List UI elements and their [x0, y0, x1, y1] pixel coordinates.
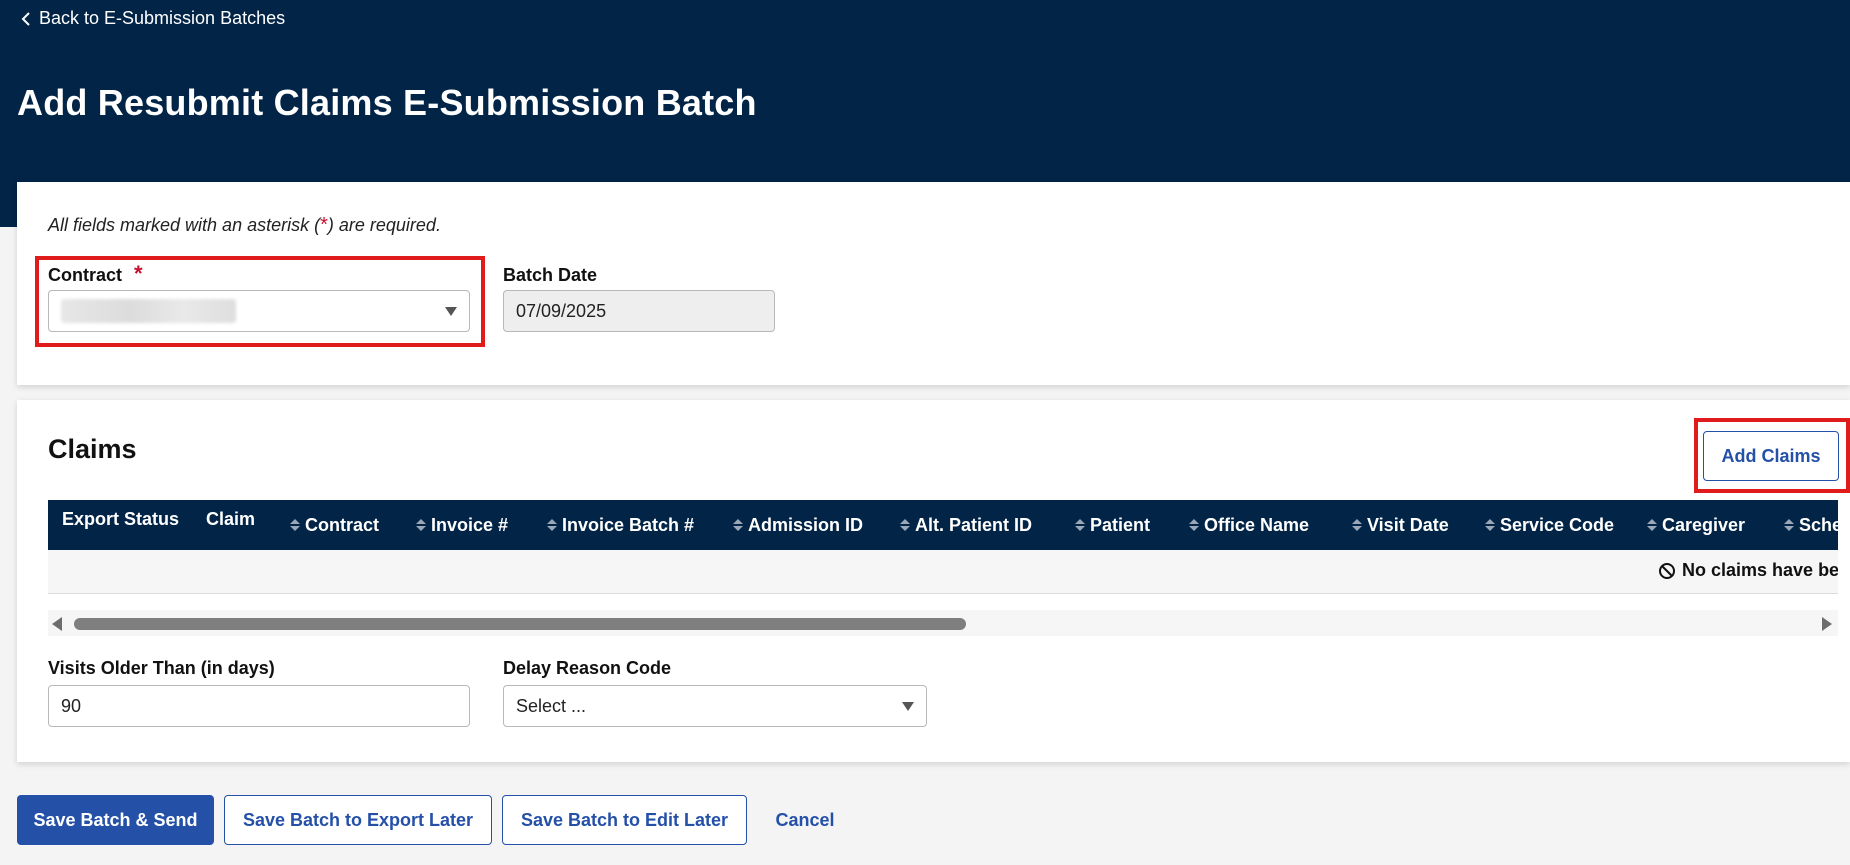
table-horizontal-scrollbar[interactable] [48, 610, 1838, 636]
add-claims-button[interactable]: Add Claims [1703, 431, 1839, 481]
column-header-admission-id[interactable]: Admission ID [733, 500, 863, 550]
column-header-alt-patient-id[interactable]: Alt. Patient ID [900, 500, 1032, 550]
save-batch-edit-later-button[interactable]: Save Batch to Edit Later [502, 795, 747, 845]
required-note-suffix: ) are required. [327, 215, 441, 235]
column-header-label: Visit Date [1367, 514, 1449, 535]
column-header-visit-date[interactable]: Visit Date [1352, 500, 1449, 550]
contract-label-text: Contract [48, 265, 123, 285]
column-header-label: Alt. Patient ID [915, 514, 1033, 535]
column-header-service-code[interactable]: Service Code [1485, 500, 1614, 550]
sort-icon [1352, 519, 1362, 531]
column-header-label: Patient [1090, 514, 1151, 535]
batch-date-field: 07/09/2025 [503, 290, 775, 332]
column-header-export-status[interactable]: Export Status [62, 500, 179, 544]
sort-icon [1075, 519, 1085, 531]
column-header-invoice-batch[interactable]: Invoice Batch # [547, 500, 694, 550]
sort-icon [547, 519, 557, 531]
ban-icon [1659, 562, 1675, 579]
delay-reason-select[interactable]: Select ... [503, 685, 927, 727]
required-fields-note: All fields marked with an asterisk (*) a… [48, 214, 441, 237]
contract-value-redacted [61, 299, 236, 323]
back-to-batches-link[interactable]: Back to E-Submission Batches [21, 8, 285, 29]
column-header-patient[interactable]: Patient [1075, 500, 1150, 550]
save-batch-export-later-button[interactable]: Save Batch to Export Later [224, 795, 492, 845]
column-header-label: Invoice # [431, 514, 509, 535]
sort-icon [1485, 519, 1495, 531]
column-header-label: Sche [1799, 514, 1838, 535]
required-note-prefix: All fields marked with an asterisk ( [48, 215, 321, 235]
required-asterisk: * [320, 214, 328, 236]
dropdown-caret-icon [902, 702, 914, 711]
page-title: Add Resubmit Claims E-Submission Batch [17, 82, 757, 123]
column-header-label: Admission ID [748, 514, 864, 535]
column-header-claim[interactable]: Claim [206, 500, 255, 544]
column-header-label: Service Code [1500, 514, 1615, 535]
column-header-invoice-number[interactable]: Invoice # [416, 500, 508, 550]
cancel-link[interactable]: Cancel [765, 795, 845, 845]
save-batch-send-button[interactable]: Save Batch & Send [17, 795, 214, 845]
scroll-right-arrow-icon[interactable] [1822, 617, 1832, 631]
visits-older-input[interactable]: 90 [48, 685, 470, 727]
sort-icon [1784, 519, 1794, 531]
contract-label: Contract * [48, 263, 143, 286]
delay-reason-label: Delay Reason Code [503, 658, 672, 678]
sort-icon [733, 519, 743, 531]
back-link-label: Back to E-Submission Batches [39, 8, 286, 28]
delay-reason-value: Select ... [516, 695, 587, 716]
column-header-schedule[interactable]: Sche [1784, 500, 1838, 550]
contract-required-asterisk: * [134, 261, 143, 286]
column-header-contract[interactable]: Contract [290, 500, 379, 550]
column-header-label: Office Name [1204, 514, 1310, 535]
scrollbar-thumb[interactable] [74, 618, 966, 630]
sort-icon [1189, 519, 1199, 531]
claims-empty-row: No claims have be [48, 550, 1838, 594]
column-header-office-name[interactable]: Office Name [1189, 500, 1309, 550]
column-header-caregiver[interactable]: Caregiver [1647, 500, 1745, 550]
sort-icon [416, 519, 426, 531]
sort-icon [1647, 519, 1657, 531]
column-header-label: Invoice Batch # [562, 514, 695, 535]
empty-message: No claims have be [1658, 560, 1838, 581]
claims-table-header: Export Status Claim Contract Invoice # I… [48, 500, 1838, 550]
sort-icon [900, 519, 910, 531]
claims-section-title: Claims [48, 434, 137, 464]
batch-date-label: Batch Date [503, 265, 598, 285]
visits-older-label: Visits Older Than (in days) [48, 658, 275, 678]
scroll-left-arrow-icon[interactable] [52, 617, 62, 631]
chevron-left-icon [21, 11, 30, 26]
column-header-label: Contract [305, 514, 380, 535]
contract-select[interactable] [48, 290, 470, 332]
sort-icon [290, 519, 300, 531]
column-header-label: Caregiver [1662, 514, 1746, 535]
dropdown-caret-icon [445, 307, 457, 316]
empty-message-text: No claims have be [1682, 560, 1838, 580]
